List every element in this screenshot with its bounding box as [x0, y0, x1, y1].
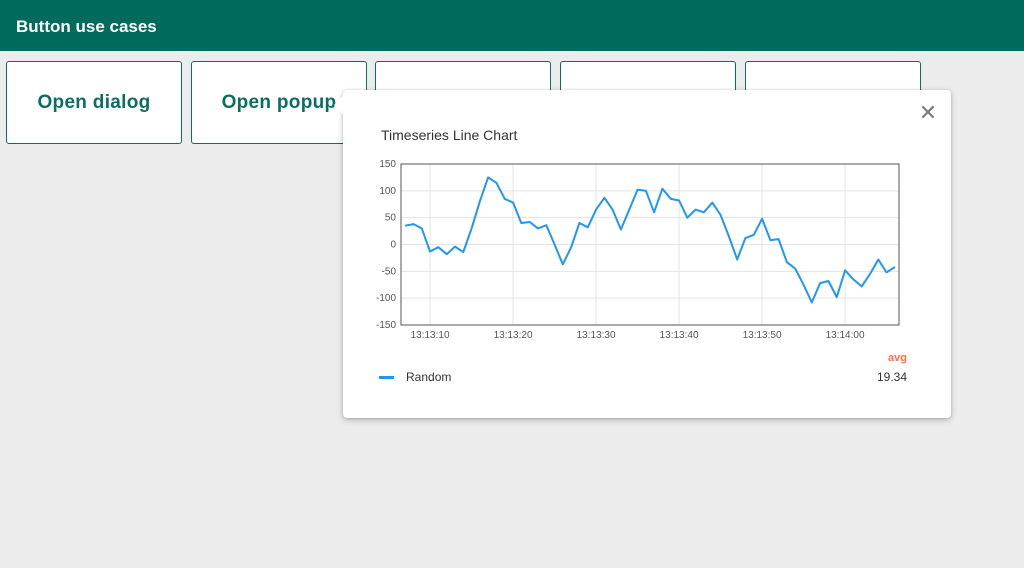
legend-avg-header: avg — [888, 352, 907, 364]
x-tick-label: 13:14:00 — [826, 330, 865, 341]
y-tick-label: -100 — [376, 293, 396, 304]
x-tick-label: 13:13:20 — [494, 330, 533, 341]
x-tick-label: 13:13:10 — [411, 330, 450, 341]
open-dialog-button[interactable]: Open dialog — [6, 61, 182, 144]
chart-popup: ✕ Timeseries Line Chart 150 100 50 0 -50 -100… — [334, 90, 951, 418]
legend-item-random[interactable]: Random 19.34 — [379, 368, 907, 386]
y-tick-label: 150 — [379, 159, 396, 170]
timeseries-line-chart: 150 100 50 0 -50 -100 -150 13:13:10 13:13:20 13:1… — [376, 159, 900, 341]
app-header: Button use cases — [0, 0, 1024, 51]
popup-arrow — [334, 96, 343, 114]
y-tick-label: -150 — [376, 320, 396, 331]
y-tick-label: -50 — [382, 266, 397, 277]
x-tick-label: 13:13:40 — [660, 330, 699, 341]
legend-swatch — [379, 376, 394, 379]
y-tick-label: 0 — [390, 240, 396, 251]
legend-avg-value: 19.34 — [876, 370, 907, 384]
x-tick-label: 13:13:50 — [743, 330, 782, 341]
series-line-random — [404, 176, 896, 304]
y-tick-label: 100 — [379, 186, 396, 197]
x-tick-label: 13:13:30 — [577, 330, 616, 341]
legend-series-name: Random — [406, 370, 452, 384]
page-title: Button use cases — [16, 17, 157, 36]
y-tick-label: 50 — [385, 213, 397, 224]
